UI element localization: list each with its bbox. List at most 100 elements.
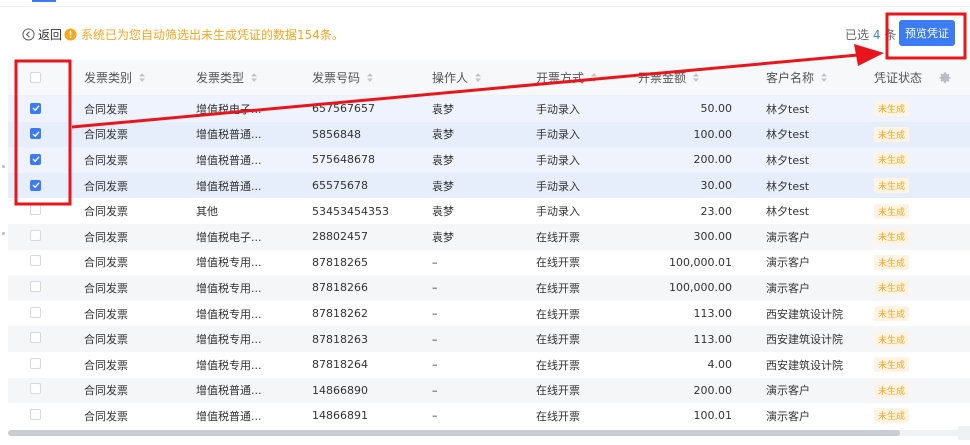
- operator: –: [432, 255, 438, 269]
- row-select-cell: [8, 306, 68, 321]
- issue-method: 在线开票: [536, 256, 580, 270]
- sort-icon: [367, 73, 374, 82]
- back-label: 返回: [38, 28, 63, 42]
- active-tab-indicator: [32, 0, 56, 2]
- table-row[interactable]: 合同发票 增值税普通... 65575678 袁梦 手动录入 30.00 林夕test 未生成: [8, 172, 970, 199]
- row-select-cell: [8, 408, 68, 423]
- invoice-type: 增值税专用...: [196, 333, 262, 347]
- column-header[interactable]: 开票方式: [522, 69, 626, 86]
- status-badge: 未生成: [874, 152, 910, 168]
- issue-method: 手动录入: [536, 128, 580, 142]
- column-header[interactable]: 开票金额: [626, 69, 738, 86]
- invoice-category: 合同发票: [84, 205, 128, 219]
- scrollbar-thumb[interactable]: [8, 430, 900, 436]
- invoice-number: 14866890: [312, 383, 368, 397]
- operator: 袁梦: [432, 128, 454, 142]
- row-checkbox[interactable]: [30, 229, 41, 241]
- select-all-checkbox[interactable]: [30, 72, 41, 83]
- row-select-cell: [8, 383, 68, 397]
- row-select-cell: [8, 128, 68, 141]
- row-checkbox[interactable]: [30, 280, 41, 292]
- row-checkbox[interactable]: [30, 204, 41, 216]
- table-row[interactable]: 合同发票 其他 53453454353 袁梦 手动录入 23.00 林夕test 未生成: [8, 198, 970, 224]
- row-checkbox[interactable]: [30, 179, 41, 191]
- table-row[interactable]: 合同发票 增值税电子... 657567657 袁梦 手动录入 50.00 林夕test 未生…: [8, 96, 970, 122]
- column-header[interactable]: 客户名称: [738, 69, 864, 86]
- back-circle-icon: [22, 28, 35, 41]
- column-header[interactable]: 发票号码: [300, 69, 420, 86]
- invoice-number: 657567657: [312, 102, 375, 116]
- selected-prefix: 已选: [845, 28, 870, 42]
- row-checkbox[interactable]: [30, 332, 41, 344]
- invoice-category: 合同发票: [84, 358, 128, 372]
- table-row[interactable]: 合同发票 增值税专用... 87818265 – 在线开票 100,000.01 演示客户 未…: [8, 249, 970, 276]
- operator: 袁梦: [432, 230, 454, 244]
- table-row[interactable]: 合同发票 增值税普通... 5856848 袁梦 手动录入 100.00 林夕test 未生成: [8, 121, 970, 148]
- invoice-amount: 100,000.01: [669, 255, 732, 269]
- operator: –: [432, 409, 438, 423]
- row-checkbox[interactable]: [30, 306, 41, 318]
- status-badge: 未生成: [874, 280, 910, 296]
- invoice-amount: 113.00: [693, 332, 733, 346]
- column-header[interactable]: 发票类型: [184, 69, 300, 86]
- back-button[interactable]: 返回: [22, 26, 62, 43]
- invoice-category: 合同发票: [84, 281, 128, 295]
- voucher-status-cell: 未生成: [864, 306, 960, 322]
- toolbar: 返回 系统已为您自动筛选出未生成凭证的数据154条。 已选 4 条 预览凭证: [0, 18, 970, 54]
- status-badge: 未生成: [874, 331, 910, 347]
- invoice-amount: 4.00: [707, 358, 733, 372]
- status-badge: 未生成: [874, 229, 910, 245]
- row-checkbox[interactable]: [30, 383, 41, 395]
- invoice-number: 87818266: [312, 281, 368, 295]
- table-header: 发票类别 发票类型 发票号码 操作人 开票方式 开票金额 客户名称 凭证状态: [8, 60, 970, 96]
- sort-icon: [139, 73, 146, 82]
- row-checkbox[interactable]: [30, 153, 41, 165]
- horizontal-scrollbar[interactable]: [8, 430, 970, 436]
- table-row[interactable]: 合同发票 增值税电子... 28802457 袁梦 在线开票 300.00 演示客户 未生成: [8, 223, 970, 250]
- table-row[interactable]: 合同发票 增值税普通... 14866890 – 在线开票 200.00 演示客户 未生成: [8, 377, 970, 404]
- table-row[interactable]: 合同发票 增值税专用... 87818262 – 在线开票 113.00 西安建筑设计院 未生…: [8, 300, 970, 327]
- row-checkbox[interactable]: [30, 357, 41, 369]
- sort-icon: [251, 73, 258, 82]
- sort-icon: [591, 73, 598, 82]
- issue-method: 在线开票: [536, 384, 580, 398]
- invoice-amount: 300.00: [693, 230, 733, 244]
- row-checkbox[interactable]: [30, 102, 41, 114]
- customer-name: 林夕test: [766, 153, 810, 167]
- selected-count: 4: [872, 28, 881, 42]
- table-row[interactable]: 合同发票 增值税专用... 87818263 – 在线开票 113.00 西安建筑设计院 未生…: [8, 326, 970, 352]
- customer-name: 林夕test: [766, 128, 810, 142]
- row-select-cell: [8, 204, 68, 218]
- preview-voucher-button[interactable]: 预览凭证: [899, 20, 955, 46]
- row-checkbox[interactable]: [30, 255, 41, 267]
- invoice-type: 增值税普通...: [196, 409, 262, 423]
- row-select-cell: [8, 357, 68, 372]
- check-icon: [32, 182, 40, 189]
- table-row[interactable]: 合同发票 增值税普通... 14866891 – 在线开票 100.01 演示客户 未生成: [8, 403, 970, 429]
- column-header[interactable]: 发票类别: [68, 69, 184, 86]
- row-select-cell: [8, 153, 68, 166]
- issue-method: 在线开票: [536, 281, 580, 295]
- status-badge: 未生成: [874, 306, 910, 322]
- invoice-type: 其他: [196, 205, 218, 219]
- table-row[interactable]: 合同发票 增值税普通... 575648678 袁梦 手动录入 200.00 林夕test 未…: [8, 147, 970, 173]
- row-checkbox[interactable]: [30, 128, 41, 140]
- invoice-category: 合同发票: [84, 102, 128, 116]
- voucher-status-cell: 未生成: [864, 101, 960, 117]
- row-checkbox[interactable]: [30, 408, 41, 420]
- selected-suffix: 条: [884, 28, 897, 42]
- invoice-type: 增值税电子...: [196, 230, 262, 244]
- issue-method: 在线开票: [536, 307, 580, 321]
- voucher-status-cell: 未生成: [864, 203, 960, 219]
- table-row[interactable]: 合同发票 增值税专用... 87818266 – 在线开票 100,000.00 演示客户 未…: [8, 275, 970, 301]
- gear-icon[interactable]: [938, 71, 952, 85]
- invoice-number: 28802457: [312, 230, 368, 244]
- edge-dot: [2, 165, 5, 168]
- operator: –: [432, 281, 438, 295]
- column-header[interactable]: 操作人: [420, 69, 522, 86]
- operator: 袁梦: [432, 179, 454, 193]
- invoice-amount: 50.00: [700, 102, 733, 116]
- table-row[interactable]: 合同发票 增值税专用... 87818264 – 在线开票 4.00 西安建筑设计院 未生成: [8, 351, 970, 378]
- issue-method: 手动录入: [536, 102, 580, 116]
- customer-name: 林夕test: [766, 179, 810, 193]
